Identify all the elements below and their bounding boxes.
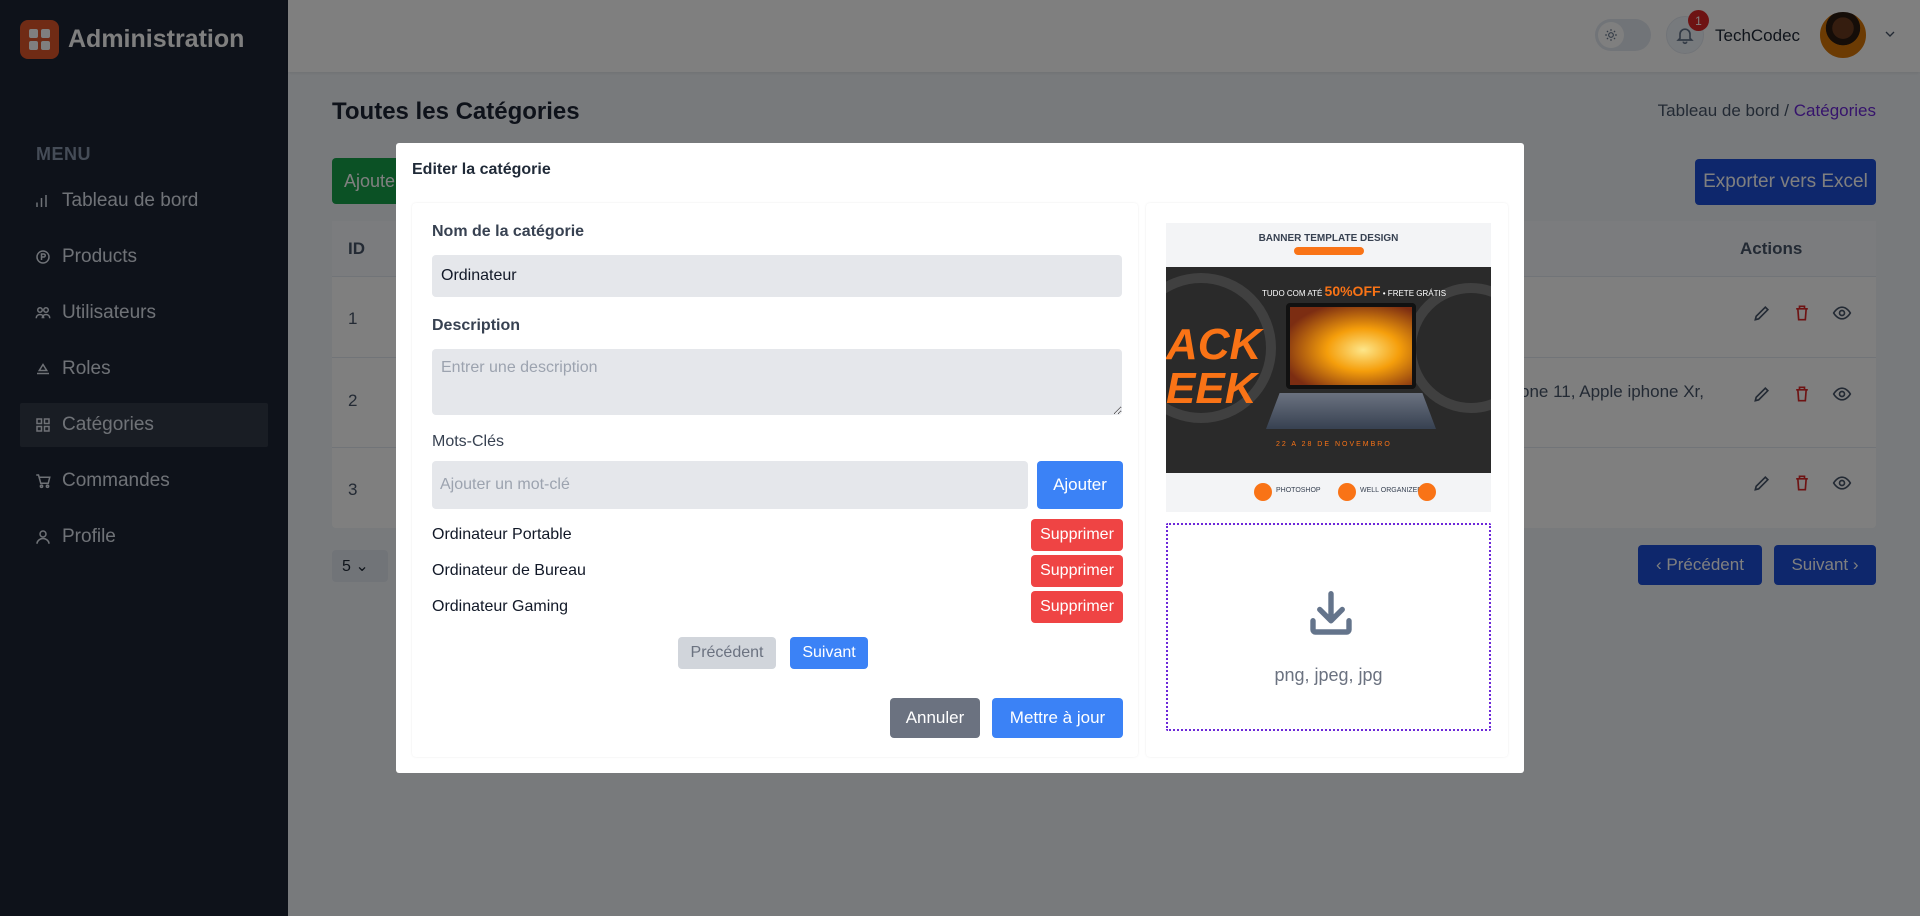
organized-icon xyxy=(1338,483,1356,501)
description-textarea[interactable] xyxy=(432,349,1122,415)
banner-date: 22 A 28 DE NOVEMBRO xyxy=(1276,441,1392,448)
keyword-item: Ordinateur Gaming Supprimer xyxy=(432,591,1123,623)
banner-promo: TUDO COM ATÉ 50%OFF • FRETE GRÁTIS xyxy=(1262,283,1446,299)
delete-keyword-button[interactable]: Supprimer xyxy=(1031,591,1123,623)
photoshop-icon xyxy=(1254,483,1272,501)
promo-prefix: TUDO COM ATÉ xyxy=(1262,289,1323,298)
category-form: Nom de la catégorie Description Mots-Clé… xyxy=(412,203,1138,757)
keyword-label: Ordinateur Portable xyxy=(432,526,572,543)
category-name-input[interactable] xyxy=(432,255,1122,297)
keyword-item: Ordinateur de Bureau Supprimer xyxy=(432,555,1123,587)
download-icon xyxy=(1304,587,1358,641)
image-dropzone[interactable]: png, jpeg, jpg xyxy=(1166,523,1491,731)
category-image-preview: BANNER TEMPLATE DESIGN ACK EEK TUDO COM … xyxy=(1166,223,1491,512)
keyword-label: Ordinateur Gaming xyxy=(432,598,569,615)
footer-label: PHOTOSHOP xyxy=(1276,487,1321,494)
size-icon xyxy=(1418,483,1436,501)
description-label: Description xyxy=(432,317,521,334)
keywords-prev-button[interactable]: Précédent xyxy=(678,637,776,669)
banner-big-text-value: ACK EEK xyxy=(1166,320,1262,413)
laptop-screen xyxy=(1286,303,1416,389)
banner-footer: PHOTOSHOP WELL ORGANIZED xyxy=(1166,473,1491,512)
promo-highlight: 50%OFF xyxy=(1324,283,1381,299)
keyword-input[interactable] xyxy=(432,461,1028,509)
banner-title: BANNER TEMPLATE DESIGN xyxy=(1258,233,1399,244)
update-button[interactable]: Mettre à jour xyxy=(992,698,1123,738)
banner-tag xyxy=(1294,247,1364,255)
image-panel: BANNER TEMPLATE DESIGN ACK EEK TUDO COM … xyxy=(1146,203,1508,757)
keywords-next-button[interactable]: Suivant xyxy=(790,637,868,669)
modal-title: Editer la catégorie xyxy=(412,161,551,178)
footer-label: WELL ORGANIZED xyxy=(1360,487,1423,494)
edit-category-modal: Editer la catégorie Nom de la catégorie … xyxy=(396,143,1524,773)
laptop-base xyxy=(1266,393,1436,429)
delete-keyword-button[interactable]: Supprimer xyxy=(1031,555,1123,587)
banner-big-text: ACK EEK xyxy=(1166,323,1261,411)
dropzone-text: png, jpeg, jpg xyxy=(1274,665,1383,685)
promo-suffix: • FRETE GRÁTIS xyxy=(1382,289,1447,298)
banner-header: BANNER TEMPLATE DESIGN xyxy=(1166,223,1491,267)
keyword-label: Ordinateur de Bureau xyxy=(432,562,586,579)
add-keyword-button[interactable]: Ajouter xyxy=(1037,461,1123,509)
keywords-label: Mots-Clés xyxy=(432,433,505,450)
keyword-item: Ordinateur Portable Supprimer xyxy=(432,519,1123,551)
delete-keyword-button[interactable]: Supprimer xyxy=(1031,519,1123,551)
category-name-label: Nom de la catégorie xyxy=(432,223,585,240)
cancel-button[interactable]: Annuler xyxy=(890,698,980,738)
